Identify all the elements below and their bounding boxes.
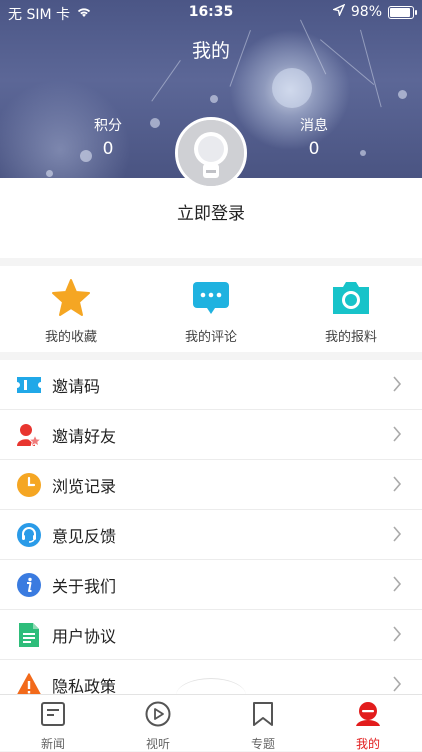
messages-value: 0 [308, 139, 320, 159]
tip-off-label: 我的报料 [324, 330, 377, 345]
battery-percent: 98% [350, 4, 382, 20]
tab-news[interactable]: 新闻 [13, 701, 93, 752]
chevron-right-icon [393, 426, 402, 442]
chevron-right-icon [393, 676, 402, 692]
points-label: 积分 [94, 118, 122, 134]
profile-tab-icon [356, 702, 380, 726]
invite-friend-icon [16, 422, 42, 448]
menu-item-user-agreement[interactable]: 用户协议 [0, 610, 422, 660]
messages-stat[interactable]: 消息 0 [284, 115, 344, 159]
bookmark-icon [253, 702, 273, 726]
battery-icon [388, 5, 417, 19]
menu-item-invite-code[interactable]: 邀请码 [0, 360, 422, 410]
clock-icon [16, 472, 42, 498]
menu-list: 邀请码 邀请好友 浏览记录 意见反馈 关于我们 用户协议 隐私政策 [0, 360, 422, 710]
play-icon [145, 701, 171, 727]
menu-item-feedback[interactable]: 意见反馈 [0, 510, 422, 560]
login-button[interactable]: 立即登录 [0, 199, 422, 224]
news-icon [41, 702, 65, 726]
menu-item-label: 意见反馈 [52, 526, 117, 546]
tab-label: 视听 [145, 737, 170, 751]
page-title: 我的 [191, 40, 230, 62]
avatar[interactable] [175, 117, 247, 189]
favorites-button[interactable]: 我的收藏 [21, 278, 121, 345]
quick-actions: 我的收藏 我的评论 我的报料 [0, 266, 422, 352]
document-icon [16, 622, 42, 648]
messages-label: 消息 [300, 118, 328, 134]
location-arrow-icon [331, 3, 346, 20]
camera-icon [333, 282, 369, 314]
tip-off-button[interactable]: 我的报料 [301, 278, 401, 345]
tab-label: 我的 [355, 737, 380, 751]
menu-item-label: 邀请好友 [52, 426, 117, 446]
points-value: 0 [102, 139, 114, 159]
chevron-right-icon [393, 626, 402, 642]
tab-label: 专题 [250, 737, 275, 751]
menu-item-label: 用户协议 [52, 626, 117, 646]
star-icon [52, 279, 90, 316]
chevron-right-icon [393, 526, 402, 542]
menu-item-invite-friends[interactable]: 邀请好友 [0, 410, 422, 460]
tab-bar: 新闻 视听 专题 我的 [0, 694, 422, 751]
ticket-icon [16, 372, 42, 398]
menu-item-about[interactable]: 关于我们 [0, 560, 422, 610]
tab-video[interactable]: 视听 [118, 701, 198, 752]
battery-level-fill [390, 7, 410, 17]
menu-item-label: 浏览记录 [52, 476, 117, 496]
tab-topics[interactable]: 专题 [223, 701, 303, 752]
tab-mine[interactable]: 我的 [328, 701, 408, 752]
menu-item-history[interactable]: 浏览记录 [0, 460, 422, 510]
info-icon [16, 572, 42, 598]
chevron-right-icon [393, 476, 402, 492]
menu-item-label: 隐私政策 [52, 676, 117, 696]
menu-item-label: 关于我们 [52, 576, 117, 596]
menu-item-label: 邀请码 [52, 376, 101, 396]
chevron-right-icon [393, 376, 402, 392]
points-stat[interactable]: 积分 0 [78, 115, 138, 159]
avatar-icon [178, 120, 244, 186]
chevron-right-icon [393, 576, 402, 592]
tab-label: 新闻 [40, 737, 65, 751]
favorites-label: 我的收藏 [44, 330, 97, 345]
comments-button[interactable]: 我的评论 [161, 278, 261, 345]
status-bar: 无 SIM 卡 16:35 98% [0, 0, 422, 24]
comments-label: 我的评论 [184, 330, 237, 345]
comment-icon [193, 282, 229, 314]
headset-icon [16, 522, 42, 548]
